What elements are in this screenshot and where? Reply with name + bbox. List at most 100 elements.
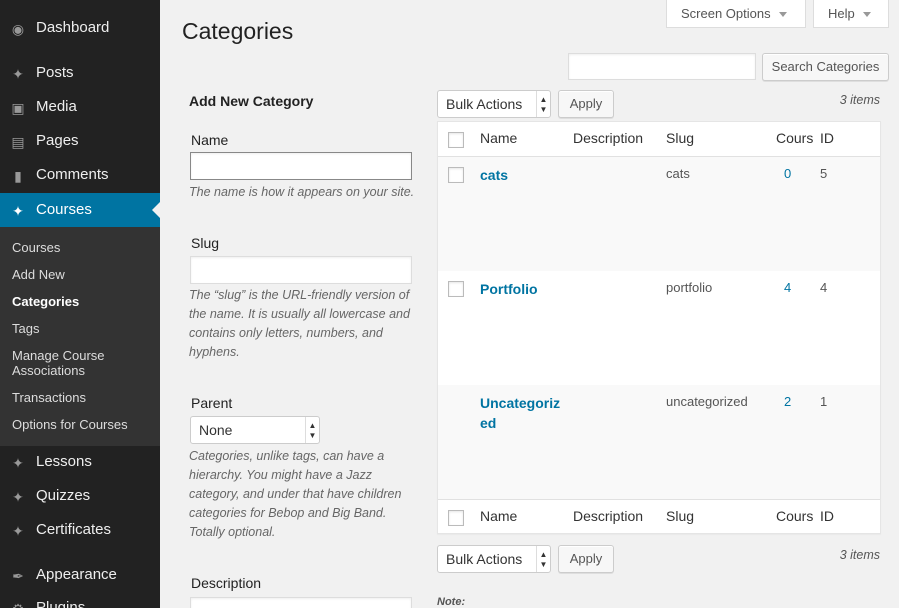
submenu-transactions[interactable]: Transactions xyxy=(12,390,152,405)
admin-sidebar: ◉ Dashboard ✦ Posts ▣ Media ▤ Pages ▮ Co… xyxy=(0,0,160,608)
bulk-actions-select-bottom[interactable]: Bulk Actions ▲ ▼ xyxy=(437,545,551,573)
menu-dashboard[interactable]: ◉ Dashboard xyxy=(0,11,160,45)
select-all-checkbox[interactable] xyxy=(448,132,464,148)
menu-media[interactable]: ▣ Media xyxy=(0,90,160,124)
row-checkbox[interactable] xyxy=(448,167,464,183)
comment-icon: ▮ xyxy=(14,168,22,184)
slug-field[interactable] xyxy=(190,256,412,284)
search-input[interactable] xyxy=(568,53,756,80)
plug-icon: ⚙ xyxy=(9,600,27,608)
menu-label: Plugins xyxy=(36,599,86,608)
categories-table: Name Description Slug Courses ID cats ca… xyxy=(437,121,881,534)
select-arrows-icon: ▲ ▼ xyxy=(305,417,319,443)
category-id: 5 xyxy=(820,166,828,181)
column-description[interactable]: Description xyxy=(573,130,643,146)
caret-down-icon xyxy=(778,12,787,18)
category-slug: portfolio xyxy=(666,280,713,295)
parent-description: Categories, unlike tags, can have a hier… xyxy=(189,449,402,539)
category-id: 4 xyxy=(820,280,828,295)
select-all-checkbox-footer[interactable] xyxy=(448,510,464,526)
search-categories-button[interactable]: Search Categories xyxy=(762,53,889,81)
apply-button-top[interactable]: Apply xyxy=(558,90,614,118)
menu-courses[interactable]: ✦ Courses xyxy=(0,193,160,227)
screen-options-label: Screen Options xyxy=(681,6,771,21)
column-courses[interactable]: Courses xyxy=(776,508,814,524)
category-count-link[interactable]: 4 xyxy=(784,280,791,295)
slug-label: Slug xyxy=(191,235,220,251)
menu-label: Pages xyxy=(36,132,79,149)
bulk-actions-select-top[interactable]: Bulk Actions ▲ ▼ xyxy=(437,90,551,118)
description-field[interactable] xyxy=(190,597,412,608)
column-description[interactable]: Description xyxy=(573,508,643,524)
select-arrows-icon: ▲ ▼ xyxy=(536,546,550,572)
submenu-courses[interactable]: Courses xyxy=(12,240,152,255)
table-header: Name Description Slug Courses ID xyxy=(438,122,880,157)
menu-plugins[interactable]: ⚙ Plugins xyxy=(0,591,160,608)
column-id[interactable]: ID xyxy=(820,508,834,524)
menu-label: Appearance xyxy=(36,566,117,583)
table-row: Portfolio portfolio 4 4 xyxy=(438,271,880,385)
column-name[interactable]: Name xyxy=(480,130,517,146)
menu-lessons[interactable]: ✦ Lessons xyxy=(0,445,160,479)
category-count-link[interactable]: 0 xyxy=(784,166,791,181)
category-id: 1 xyxy=(820,394,828,409)
table-footer: Name Description Slug Courses ID xyxy=(438,499,880,534)
parent-label: Parent xyxy=(191,395,233,411)
note-label: Note: xyxy=(437,596,466,608)
menu-certificates[interactable]: ✦ Certificates xyxy=(0,513,160,547)
brush-icon: ✒ xyxy=(12,568,24,584)
menu-quizzes[interactable]: ✦ Quizzes xyxy=(0,479,160,513)
menu-pages[interactable]: ▤ Pages xyxy=(0,124,160,158)
parent-select[interactable]: None ▲ ▼ xyxy=(190,416,320,444)
column-slug[interactable]: Slug xyxy=(666,508,694,524)
page-title: Categories xyxy=(182,18,294,44)
column-id[interactable]: ID xyxy=(820,130,834,146)
menu-label: Quizzes xyxy=(36,487,91,504)
apply-button-bottom[interactable]: Apply xyxy=(558,545,614,573)
pin-icon: ✦ xyxy=(12,489,24,505)
caret-down-icon xyxy=(862,12,871,18)
name-field[interactable] xyxy=(190,152,412,180)
menu-label: Comments xyxy=(36,166,109,183)
menu-comments[interactable]: ▮ Comments xyxy=(0,158,160,192)
table-row: Uncategorized uncategorized 2 1 xyxy=(438,385,880,499)
submenu-manage-course-associations[interactable]: Manage Course Associations xyxy=(12,348,152,378)
column-name[interactable]: Name xyxy=(480,508,517,524)
name-label: Name xyxy=(191,132,229,148)
description-label: Description xyxy=(191,575,262,591)
screen-options-button[interactable]: Screen Options xyxy=(666,0,806,28)
menu-appearance[interactable]: ✒ Appearance xyxy=(0,558,160,592)
submenu-add-new[interactable]: Add New xyxy=(12,267,152,282)
help-button[interactable]: Help xyxy=(813,0,889,28)
menu-label: Lessons xyxy=(36,453,92,470)
category-name-link[interactable]: Portfolio xyxy=(480,279,566,299)
items-count-bottom: 3 items xyxy=(839,548,880,562)
menu-posts[interactable]: ✦ Posts xyxy=(0,56,160,90)
column-courses[interactable]: Courses xyxy=(776,130,814,146)
menu-label: Courses xyxy=(36,201,92,218)
pin-icon: ✦ xyxy=(12,455,24,471)
menu-label: Posts xyxy=(36,64,74,81)
items-count-top: 3 items xyxy=(839,93,880,107)
select-arrows-icon: ▲ ▼ xyxy=(536,91,550,117)
bulk-actions-value: Bulk Actions xyxy=(446,96,523,112)
category-count-link[interactable]: 2 xyxy=(784,394,791,409)
category-slug: uncategorized xyxy=(666,394,748,409)
submenu-categories[interactable]: Categories xyxy=(12,294,152,309)
media-icon: ▣ xyxy=(11,100,25,116)
pin-icon: ✦ xyxy=(12,203,24,219)
submenu-options-for-courses[interactable]: Options for Courses xyxy=(12,417,152,432)
help-label: Help xyxy=(828,6,855,21)
column-slug[interactable]: Slug xyxy=(666,130,694,146)
menu-label: Certificates xyxy=(36,521,112,538)
pin-icon: ✦ xyxy=(12,523,24,539)
row-checkbox[interactable] xyxy=(448,281,464,297)
name-description: The name is how it appears on your site. xyxy=(189,185,415,199)
category-name-link[interactable]: cats xyxy=(480,165,566,185)
menu-label: Dashboard xyxy=(36,19,110,36)
pages-icon: ▤ xyxy=(11,134,25,150)
courses-submenu: Courses Add New Categories Tags Manage C… xyxy=(0,227,160,446)
pin-icon: ✦ xyxy=(12,66,24,82)
submenu-tags[interactable]: Tags xyxy=(12,321,152,336)
category-name-link[interactable]: Uncategorized xyxy=(480,393,566,433)
